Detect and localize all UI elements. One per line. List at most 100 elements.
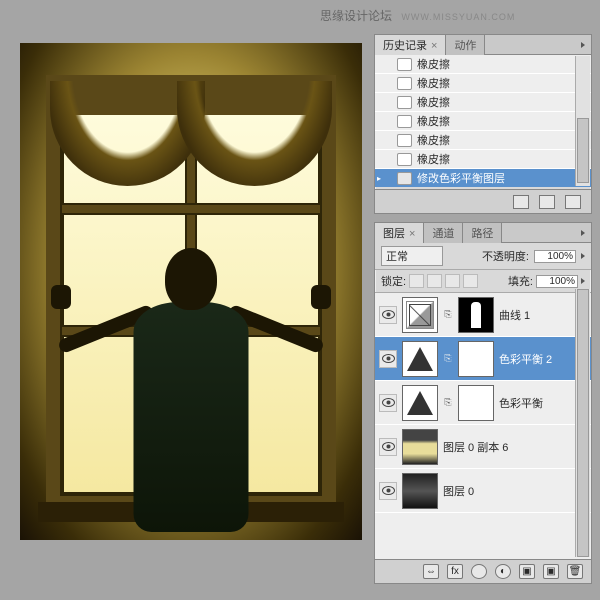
layer-options-row: 正常 不透明度: 100% [375, 243, 591, 270]
create-snapshot-icon[interactable] [513, 195, 529, 209]
fill-label: 填充: [508, 273, 533, 289]
history-item-label: 修改色彩平衡图层 [417, 170, 505, 186]
fx-icon[interactable]: fx [447, 564, 463, 579]
history-item[interactable]: 橡皮擦 [375, 131, 591, 150]
layer-list[interactable]: ⎘ 曲线 1 ⎘ 色彩平衡 2 ⎘ 色彩平衡 图层 0 副本 6 图层 0 [375, 293, 591, 559]
new-layer-icon[interactable]: ▣ [543, 564, 559, 579]
mask-thumb[interactable] [458, 341, 494, 377]
history-item-label: 橡皮擦 [417, 75, 450, 91]
tab-actions[interactable]: 动作 [446, 35, 485, 55]
link-icon: ⎘ [443, 397, 453, 408]
adjustment-thumb[interactable] [402, 341, 438, 377]
visibility-toggle[interactable] [379, 438, 397, 456]
layer-name[interactable]: 图层 0 [443, 483, 587, 499]
tab-close-icon[interactable]: × [431, 40, 437, 52]
visibility-toggle[interactable] [379, 350, 397, 368]
eraser-icon [397, 77, 412, 90]
panel-menu-icon[interactable] [575, 227, 591, 239]
group-icon[interactable]: ▣ [519, 564, 535, 579]
mask-thumb[interactable] [458, 297, 494, 333]
history-item-label: 橡皮擦 [417, 94, 450, 110]
layer-thumb[interactable] [402, 473, 438, 509]
layer-row[interactable]: 图层 0 副本 6 [375, 425, 591, 469]
layer-thumb[interactable] [402, 429, 438, 465]
eraser-icon [397, 115, 412, 128]
visibility-toggle[interactable] [379, 394, 397, 412]
blend-mode-value: 正常 [386, 251, 408, 263]
history-item[interactable]: 橡皮擦 [375, 74, 591, 93]
layer-row[interactable]: ⎘ 曲线 1 [375, 293, 591, 337]
history-item[interactable]: 橡皮擦 [375, 93, 591, 112]
opacity-slider-icon[interactable] [581, 253, 585, 259]
opacity-label: 不透明度: [482, 248, 529, 264]
opacity-input[interactable]: 100% [534, 250, 576, 263]
layers-scrollbar[interactable] [575, 289, 590, 557]
eraser-icon [397, 96, 412, 109]
tab-close-icon[interactable]: × [409, 228, 415, 240]
scrollbar-thumb[interactable] [577, 118, 589, 183]
watermark-url: WWW.MISSYUAN.COM [401, 12, 515, 22]
tab-history-label: 历史记录 [383, 40, 427, 52]
layers-footer: ⇔ fx ◐ ▣ ▣ 🗑 [375, 559, 591, 583]
history-item[interactable]: ▸ 修改色彩平衡图层 [375, 169, 591, 187]
mask-icon[interactable] [471, 564, 487, 579]
history-list[interactable]: 橡皮擦 橡皮擦 橡皮擦 橡皮擦 橡皮擦 橡皮擦 ▸ 修改色彩平衡图层 [375, 55, 591, 187]
history-scrollbar[interactable] [575, 56, 590, 186]
lock-all-icon[interactable] [463, 274, 478, 288]
tab-paths-label: 路径 [471, 228, 493, 240]
new-document-icon[interactable] [539, 195, 555, 209]
history-item[interactable]: 橡皮擦 [375, 112, 591, 131]
trash-icon[interactable]: 🗑 [567, 564, 583, 579]
visibility-toggle[interactable] [379, 306, 397, 324]
layer-name[interactable]: 图层 0 副本 6 [443, 439, 587, 455]
eraser-icon [397, 134, 412, 147]
history-footer [375, 189, 591, 213]
lock-row: 锁定: 填充: 100% [375, 270, 591, 293]
history-marker-icon: ▸ [377, 174, 387, 183]
blend-mode-select[interactable]: 正常 [381, 246, 443, 266]
layer-row[interactable]: 图层 0 [375, 469, 591, 513]
tab-layers-label: 图层 [383, 228, 405, 240]
image-content [20, 43, 362, 540]
history-panel-tabs: 历史记录 × 动作 [375, 35, 591, 55]
scrollbar-thumb[interactable] [577, 289, 589, 557]
opacity-value: 100% [547, 251, 573, 262]
tab-paths[interactable]: 路径 [463, 223, 502, 243]
layer-row[interactable]: ⎘ 色彩平衡 [375, 381, 591, 425]
lock-image-icon[interactable] [427, 274, 442, 288]
fill-value: 100% [549, 276, 575, 287]
layer-name[interactable]: 色彩平衡 2 [499, 351, 587, 367]
watermark-text: 思缘设计论坛 [320, 9, 392, 23]
fill-input[interactable]: 100% [536, 275, 578, 288]
lock-transparent-icon[interactable] [409, 274, 424, 288]
trash-icon[interactable] [565, 195, 581, 209]
history-item[interactable]: 橡皮擦 [375, 150, 591, 169]
tab-layers[interactable]: 图层 × [375, 223, 424, 243]
tab-actions-label: 动作 [454, 40, 476, 52]
history-item[interactable]: 橡皮擦 [375, 55, 591, 74]
link-layers-icon[interactable]: ⇔ [423, 564, 439, 579]
mask-thumb[interactable] [458, 385, 494, 421]
visibility-toggle[interactable] [379, 482, 397, 500]
history-panel: 历史记录 × 动作 橡皮擦 橡皮擦 橡皮擦 橡皮擦 橡皮擦 橡皮擦 ▸ 修改色彩平衡… [374, 34, 592, 214]
adjustment-thumb[interactable] [402, 297, 438, 333]
watermark: 思缘设计论坛 WWW.MISSYUAN.COM [320, 7, 515, 24]
fill-slider-icon[interactable] [581, 278, 585, 284]
adjustment-layer-icon[interactable]: ◐ [495, 564, 511, 579]
layer-name[interactable]: 曲线 1 [499, 307, 587, 323]
document-canvas[interactable] [20, 43, 362, 540]
adjustment-icon [397, 172, 412, 185]
eraser-icon [397, 58, 412, 71]
panel-menu-icon[interactable] [575, 39, 591, 51]
lock-position-icon[interactable] [445, 274, 460, 288]
layer-row[interactable]: ⎘ 色彩平衡 2 [375, 337, 591, 381]
history-item-label: 橡皮擦 [417, 113, 450, 129]
tab-channels[interactable]: 通道 [424, 223, 463, 243]
link-icon: ⎘ [443, 353, 453, 364]
history-item-label: 橡皮擦 [417, 151, 450, 167]
layers-panel: 图层 × 通道 路径 正常 不透明度: 100% 锁定: 填充: 100% ⎘ 曲… [374, 222, 592, 584]
layer-name[interactable]: 色彩平衡 [499, 395, 587, 411]
eraser-icon [397, 153, 412, 166]
tab-history[interactable]: 历史记录 × [375, 35, 446, 55]
adjustment-thumb[interactable] [402, 385, 438, 421]
